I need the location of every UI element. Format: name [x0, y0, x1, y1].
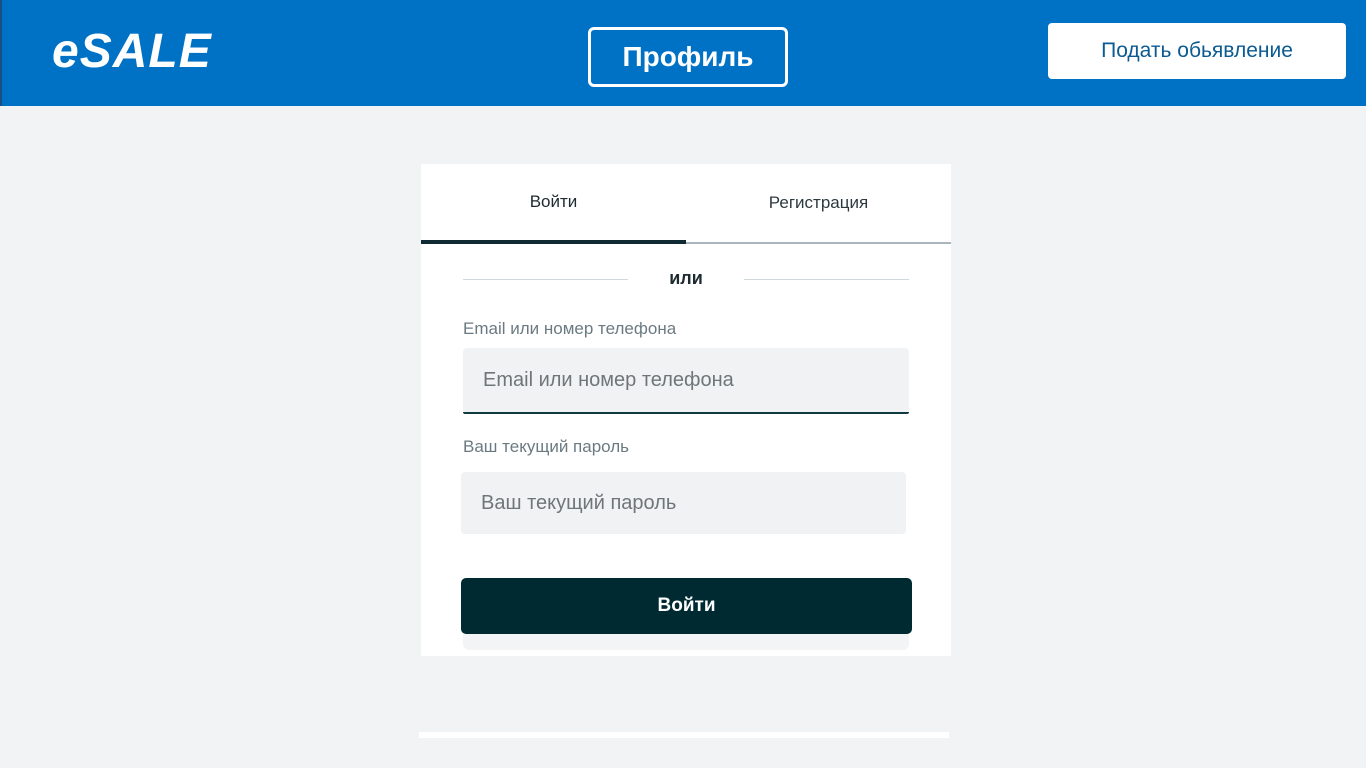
button-shadow — [463, 634, 909, 650]
site-logo[interactable]: eSALE — [52, 24, 212, 80]
divider-line-right — [744, 279, 909, 280]
post-ad-button[interactable]: Подать обьявление — [1048, 23, 1346, 79]
top-header: eSALE Профиль Подать обьявление — [0, 0, 1366, 106]
login-card: Войти Регистрация или Email или номер те… — [421, 164, 951, 656]
password-field[interactable] — [461, 472, 906, 534]
divider-line-left — [463, 279, 628, 280]
login-submit-button[interactable]: Войти — [461, 578, 912, 634]
email-label: Email или номер телефона — [463, 319, 677, 338]
tab-register[interactable]: Регистрация — [686, 164, 951, 244]
password-label: Ваш текущий пароль — [463, 437, 630, 456]
divider-or-text: или — [669, 268, 703, 288]
profile-button[interactable]: Профиль — [588, 27, 788, 87]
auth-tabs: Войти Регистрация — [421, 164, 951, 244]
email-field[interactable] — [463, 348, 909, 414]
bottom-divider — [419, 732, 949, 738]
tab-login[interactable]: Войти — [421, 164, 686, 244]
